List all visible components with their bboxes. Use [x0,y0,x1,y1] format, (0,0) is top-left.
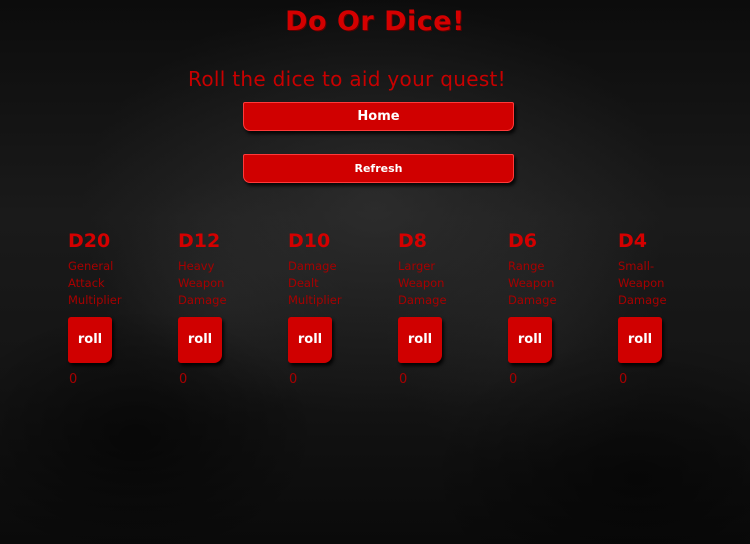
die-d10: D10 Damage Dealt Multiplier roll 0 [288,229,388,387]
roll-d6-button[interactable]: roll [508,317,552,363]
die-description: Damage Dealt Multiplier [288,259,342,307]
roll-d10-button[interactable]: roll [288,317,332,363]
die-description: Heavy Weapon Damage [178,259,227,307]
die-description: Range Weapon Damage [508,259,557,307]
die-result: 0 [619,372,628,387]
page-title: Do Or Dice! [285,6,465,37]
roll-d8-button[interactable]: roll [398,317,442,363]
die-result: 0 [509,372,518,387]
die-description: General Attack Multiplier [68,259,122,307]
die-name: D6 [508,230,537,252]
die-result: 0 [399,372,408,387]
roll-d20-button[interactable]: roll [68,317,112,363]
die-result: 0 [69,372,78,387]
die-description: Larger Weapon Damage [398,259,447,307]
page-subtitle: Roll the dice to aid your quest! [188,67,506,91]
refresh-button[interactable]: Refresh [243,154,514,183]
die-d12: D12 Heavy Weapon Damage roll 0 [178,229,278,387]
roll-d12-button[interactable]: roll [178,317,222,363]
die-name: D10 [288,230,331,252]
die-name: D4 [618,230,647,252]
die-description: Small- Weapon Damage [618,259,667,307]
die-d6: D6 Range Weapon Damage roll 0 [508,229,608,387]
roll-d4-button[interactable]: roll [618,317,662,363]
die-result: 0 [179,372,188,387]
die-d8: D8 Larger Weapon Damage roll 0 [398,229,498,387]
die-name: D8 [398,230,427,252]
subtitle-wrapper: Roll the dice to aid your quest! [0,67,736,91]
die-d4: D4 Small- Weapon Damage roll 0 [618,229,718,387]
die-name: D20 [68,230,111,252]
die-name: D12 [178,230,221,252]
die-result: 0 [289,372,298,387]
die-d20: D20 General Attack Multiplier roll 0 [68,229,168,387]
home-button[interactable]: Home [243,102,514,131]
